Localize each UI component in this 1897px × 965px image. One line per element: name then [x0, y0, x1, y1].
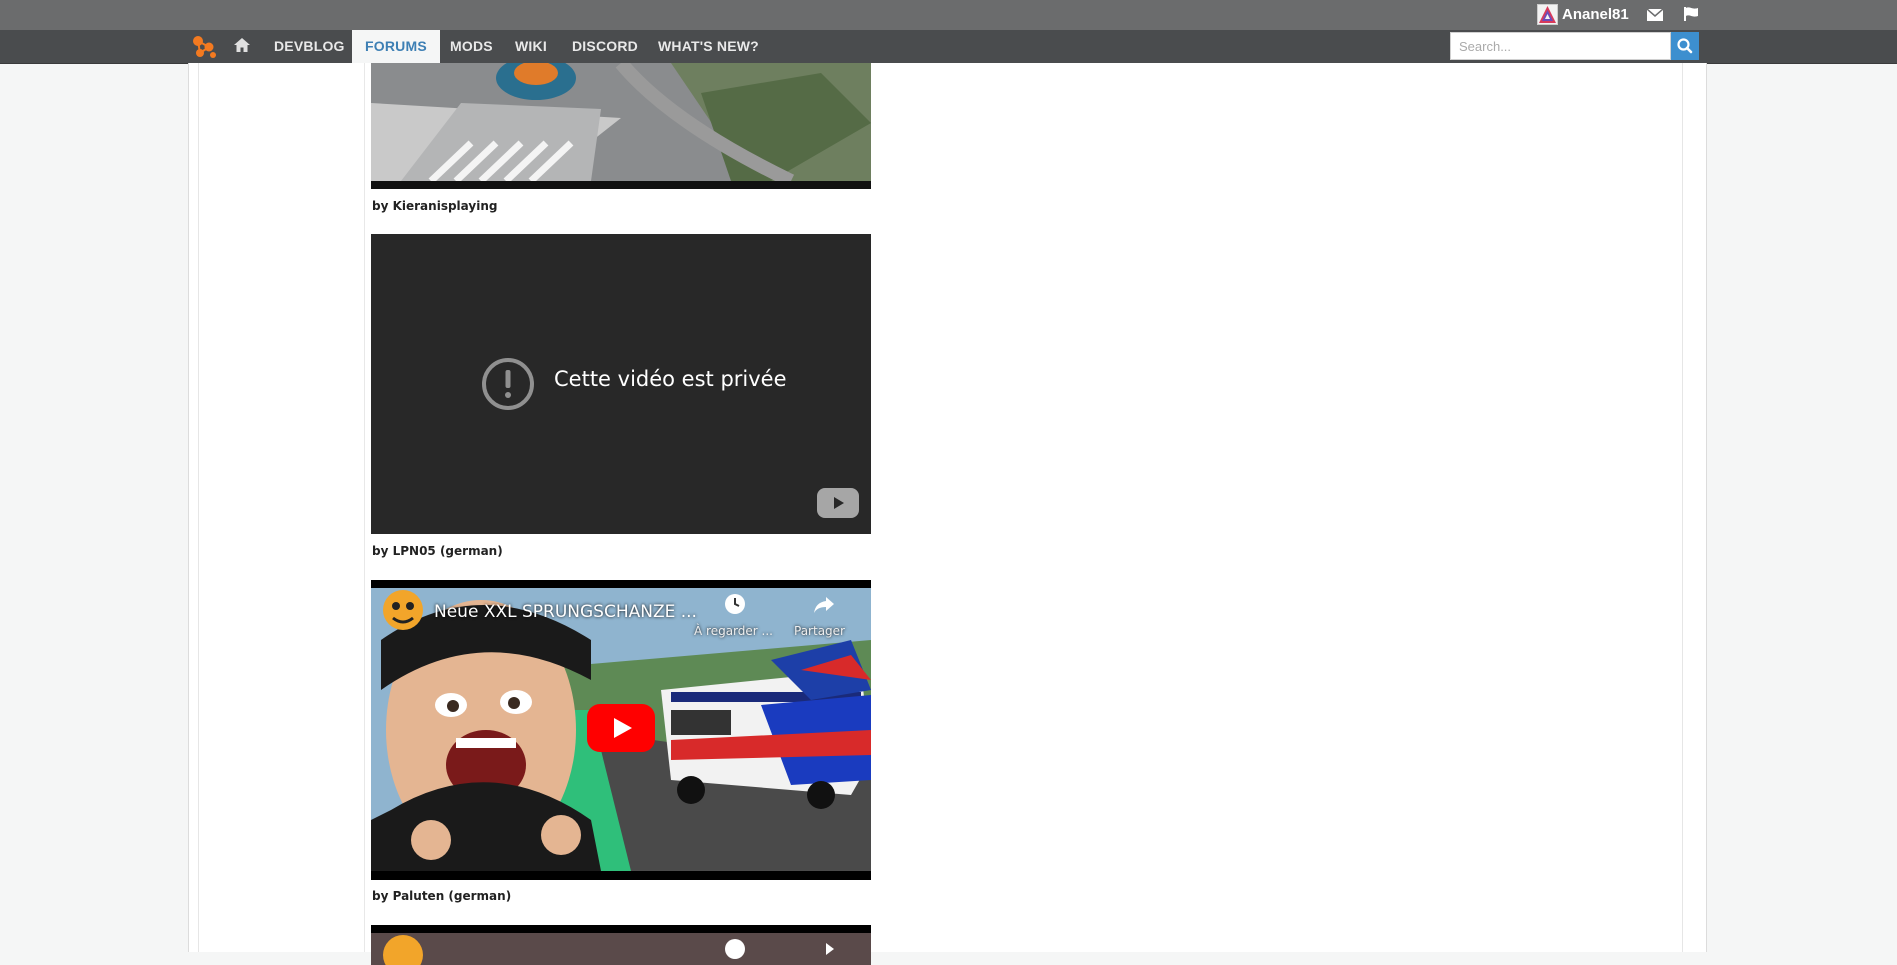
flag-icon[interactable]: [1683, 6, 1699, 27]
video-thumbnail-4: [371, 925, 871, 965]
main-nav: DEVBLOG FORUMS MODS WIKI DISCORD WHAT'S …: [0, 30, 1897, 64]
private-video-message: Cette vidéo est privée: [554, 367, 787, 391]
video-embed-2[interactable]: Cette vidéo est privée: [371, 234, 871, 534]
search-icon: [1677, 38, 1693, 54]
username-link[interactable]: Ananel81: [1562, 6, 1629, 23]
nav-discord[interactable]: DISCORD: [572, 30, 638, 63]
nav-whats-new[interactable]: WHAT'S NEW?: [658, 30, 759, 63]
search-button[interactable]: [1671, 32, 1699, 60]
share-icon[interactable]: [812, 592, 836, 616]
youtube-logo-icon[interactable]: [817, 488, 859, 518]
envelope-icon[interactable]: [1646, 8, 1664, 26]
video-thumbnail-1: [371, 63, 871, 189]
video-caption-3: by Paluten (german): [372, 889, 512, 903]
video-title[interactable]: Neue XXL SPRUNGSCHANZE ...: [434, 602, 697, 622]
alert-icon: [482, 358, 534, 410]
home-icon[interactable]: [234, 38, 250, 57]
video-embed-4[interactable]: [371, 925, 871, 965]
nav-mods[interactable]: MODS: [450, 30, 493, 63]
nav-wiki[interactable]: WIKI: [515, 30, 547, 63]
nav-devblog[interactable]: DEVBLOG: [274, 30, 345, 63]
user-bar: Ananel81: [0, 0, 1897, 30]
share-label[interactable]: Partager: [794, 624, 845, 638]
search-input[interactable]: [1450, 32, 1671, 60]
video-caption-2: by LPN05 (german): [372, 544, 503, 558]
video-embed-3[interactable]: Neue XXL SPRUNGSCHANZE ... À regarder ..…: [371, 580, 871, 880]
clock-icon[interactable]: [723, 592, 747, 616]
nav-forums[interactable]: FORUMS: [352, 30, 440, 64]
play-button-icon[interactable]: [587, 704, 655, 752]
video-embed-1[interactable]: [371, 63, 871, 189]
watch-later-label[interactable]: À regarder ...: [694, 624, 773, 638]
video-caption-1: by Kieranisplaying: [372, 199, 498, 213]
site-logo-icon[interactable]: [191, 35, 219, 64]
user-avatar[interactable]: [1537, 4, 1558, 25]
